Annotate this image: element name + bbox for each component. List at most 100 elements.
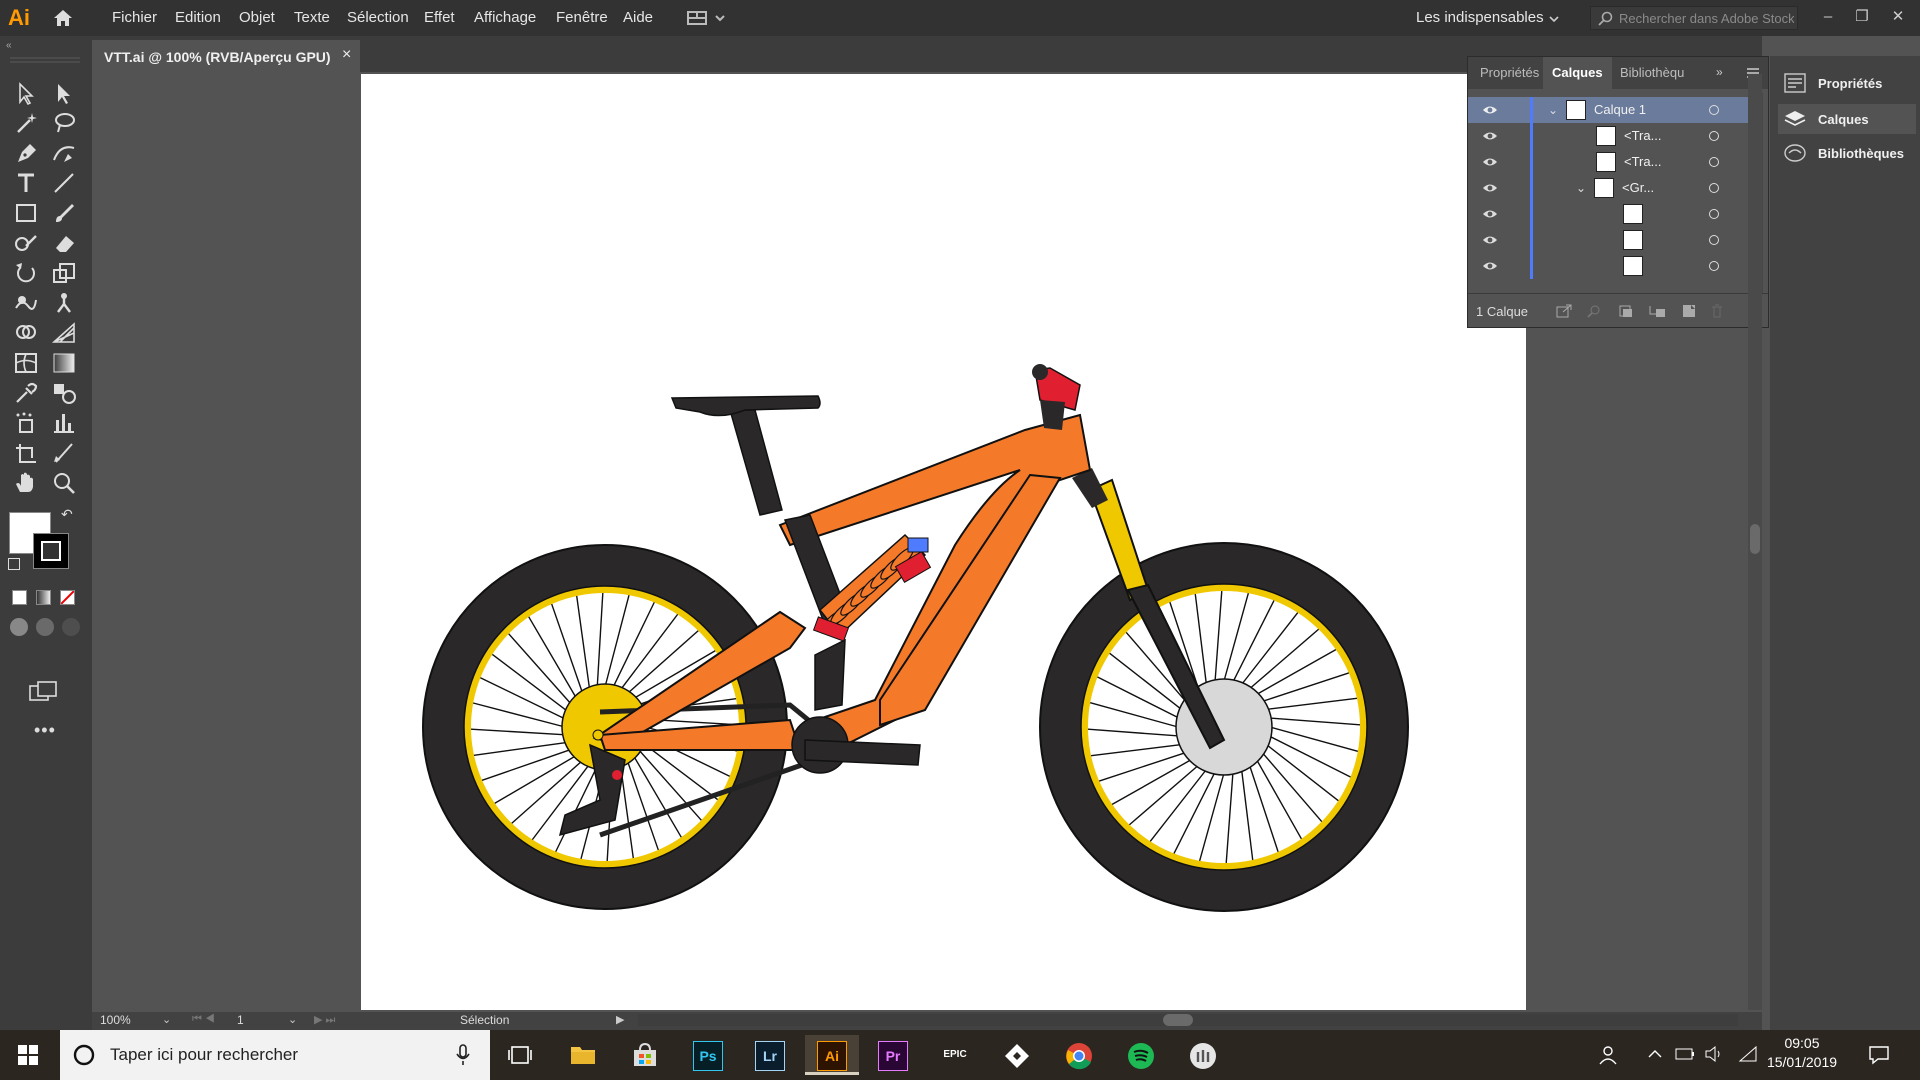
chrome-button[interactable] <box>1054 1035 1104 1075</box>
visibility-eye-icon[interactable] <box>1482 104 1498 116</box>
zoom-dropdown-icon[interactable]: ⌄ <box>162 1013 171 1026</box>
expand-panel-icon[interactable]: » <box>1716 65 1723 79</box>
visibility-eye-icon[interactable] <box>1482 234 1498 246</box>
taskbar-search-input[interactable]: Taper ici pour rechercher <box>60 1030 490 1080</box>
layer-row[interactable]: ⌄ Calque 1 <box>1468 97 1748 123</box>
layer-row[interactable] <box>1468 253 1748 279</box>
toolbar-grip[interactable] <box>10 56 80 64</box>
dock-properties[interactable]: Propriétés <box>1778 68 1916 98</box>
paintbrush-tool-icon[interactable] <box>50 200 78 226</box>
eyedropper-tool-icon[interactable] <box>12 380 40 406</box>
draw-normal-icon[interactable] <box>10 618 28 636</box>
dock-libraries[interactable]: Bibliothèques <box>1778 138 1916 168</box>
draw-behind-icon[interactable] <box>36 618 54 636</box>
illustrator-button[interactable]: Ai <box>805 1035 859 1075</box>
layer-name[interactable]: Calque 1 <box>1594 102 1646 117</box>
expand-chevron-icon[interactable]: ⌄ <box>1576 181 1586 195</box>
home-icon[interactable] <box>52 8 74 28</box>
menu-fenetre[interactable]: Fenêtre <box>556 0 608 36</box>
horizontal-scrollbar[interactable] <box>638 1014 1738 1026</box>
swap-fill-stroke-icon[interactable]: ↶ <box>61 506 73 523</box>
network-icon[interactable] <box>1738 1045 1758 1063</box>
blend-tool-icon[interactable] <box>50 380 78 406</box>
symbol-sprayer-tool-icon[interactable] <box>12 410 40 436</box>
line-segment-tool-icon[interactable] <box>50 170 78 196</box>
curvature-tool-icon[interactable] <box>50 140 78 166</box>
first-artboard-icon[interactable]: ⏮ ◀ <box>192 1013 215 1026</box>
eraser-tool-icon[interactable] <box>50 230 78 256</box>
windows-start-icon[interactable] <box>18 1045 38 1065</box>
store-button[interactable] <box>620 1035 670 1075</box>
gradient-tool-icon[interactable] <box>50 350 78 376</box>
document-tab[interactable]: VTT.ai @ 100% (RVB/Aperçu GPU) × <box>92 40 360 72</box>
type-tool-icon[interactable] <box>12 170 40 196</box>
menu-fichier[interactable]: Fichier <box>112 0 157 36</box>
white-app-button[interactable] <box>1178 1035 1228 1075</box>
change-screen-mode-icon[interactable] <box>28 680 58 702</box>
visibility-eye-icon[interactable] <box>1482 260 1498 272</box>
delete-layer-icon[interactable] <box>1710 304 1724 318</box>
spotify-button[interactable] <box>1116 1035 1166 1075</box>
lasso-tool-icon[interactable] <box>50 110 78 136</box>
perspective-grid-tool-icon[interactable] <box>50 320 78 346</box>
menu-objet[interactable]: Objet <box>239 0 275 36</box>
layer-name[interactable]: <Tra... <box>1624 154 1661 169</box>
photoshop-button[interactable]: Ps <box>683 1035 733 1075</box>
chevron-down-icon[interactable] <box>1548 14 1560 24</box>
menu-selection[interactable]: Sélection <box>347 0 409 36</box>
last-artboard-icon[interactable]: ▶ ⏭ <box>314 1013 335 1027</box>
target-circle-icon[interactable] <box>1709 105 1719 115</box>
rotate-tool-icon[interactable] <box>12 260 40 286</box>
draw-inside-icon[interactable] <box>62 618 80 636</box>
close-tab-button[interactable]: × <box>342 46 351 64</box>
notifications-icon[interactable] <box>1868 1044 1890 1066</box>
layer-name[interactable]: <Tra... <box>1624 128 1661 143</box>
visibility-eye-icon[interactable] <box>1482 208 1498 220</box>
layer-row[interactable]: ⌄ <Gr... <box>1468 175 1748 201</box>
layer-name[interactable]: <Gr... <box>1622 180 1654 195</box>
pen-tool-icon[interactable] <box>12 140 40 166</box>
direct-selection-tool-icon[interactable] <box>50 80 78 106</box>
status-menu-icon[interactable]: ▶ <box>616 1013 624 1026</box>
stock-search-input[interactable]: Rechercher dans Adobe Stock <box>1590 6 1798 30</box>
workspace-switcher[interactable]: Les indispensables <box>1416 0 1544 36</box>
file-explorer-button[interactable] <box>558 1035 608 1075</box>
gradient-mode-icon[interactable] <box>36 590 51 605</box>
tab-properties[interactable]: Propriétés <box>1480 57 1539 89</box>
mesh-tool-icon[interactable] <box>12 350 40 376</box>
target-circle-icon[interactable] <box>1709 183 1719 193</box>
premiere-button[interactable]: Pr <box>868 1035 918 1075</box>
battery-icon[interactable] <box>1674 1046 1696 1062</box>
visibility-eye-icon[interactable] <box>1482 130 1498 142</box>
target-circle-icon[interactable] <box>1709 261 1719 271</box>
locate-object-icon[interactable] <box>1586 304 1602 318</box>
microphone-icon[interactable] <box>455 1043 471 1067</box>
people-icon[interactable] <box>1597 1044 1619 1066</box>
column-graph-tool-icon[interactable] <box>50 410 78 436</box>
scale-tool-icon[interactable] <box>50 260 78 286</box>
none-mode-icon[interactable] <box>60 590 75 605</box>
target-circle-icon[interactable] <box>1709 235 1719 245</box>
front-wheel[interactable] <box>1039 542 1409 912</box>
new-sublayer-icon[interactable] <box>1648 304 1666 318</box>
close-window-button[interactable]: ✕ <box>1887 6 1909 28</box>
warp-tool-icon[interactable] <box>12 290 40 316</box>
visibility-eye-icon[interactable] <box>1482 156 1498 168</box>
artboard-dropdown-icon[interactable]: ⌄ <box>288 1013 297 1026</box>
edit-toolbar-icon[interactable]: ••• <box>34 720 56 741</box>
magic-wand-tool-icon[interactable] <box>12 110 40 136</box>
clipping-mask-icon[interactable] <box>1618 304 1634 318</box>
rectangle-tool-icon[interactable] <box>12 200 40 226</box>
target-circle-icon[interactable] <box>1709 209 1719 219</box>
minimize-button[interactable]: – <box>1817 6 1839 28</box>
expand-chevron-icon[interactable]: ⌄ <box>1548 103 1558 117</box>
hidden-icons-chevron-icon[interactable] <box>1648 1049 1662 1059</box>
artboard-number[interactable]: 1 <box>237 1013 244 1027</box>
epic-games-button[interactable]: EPIC <box>930 1035 980 1075</box>
volume-icon[interactable] <box>1704 1045 1724 1063</box>
menu-edition[interactable]: Edition <box>175 0 221 36</box>
artboard-tool-icon[interactable] <box>12 440 40 466</box>
target-circle-icon[interactable] <box>1709 157 1719 167</box>
color-mode-icon[interactable] <box>12 590 27 605</box>
tab-layers[interactable]: Calques <box>1543 57 1612 89</box>
